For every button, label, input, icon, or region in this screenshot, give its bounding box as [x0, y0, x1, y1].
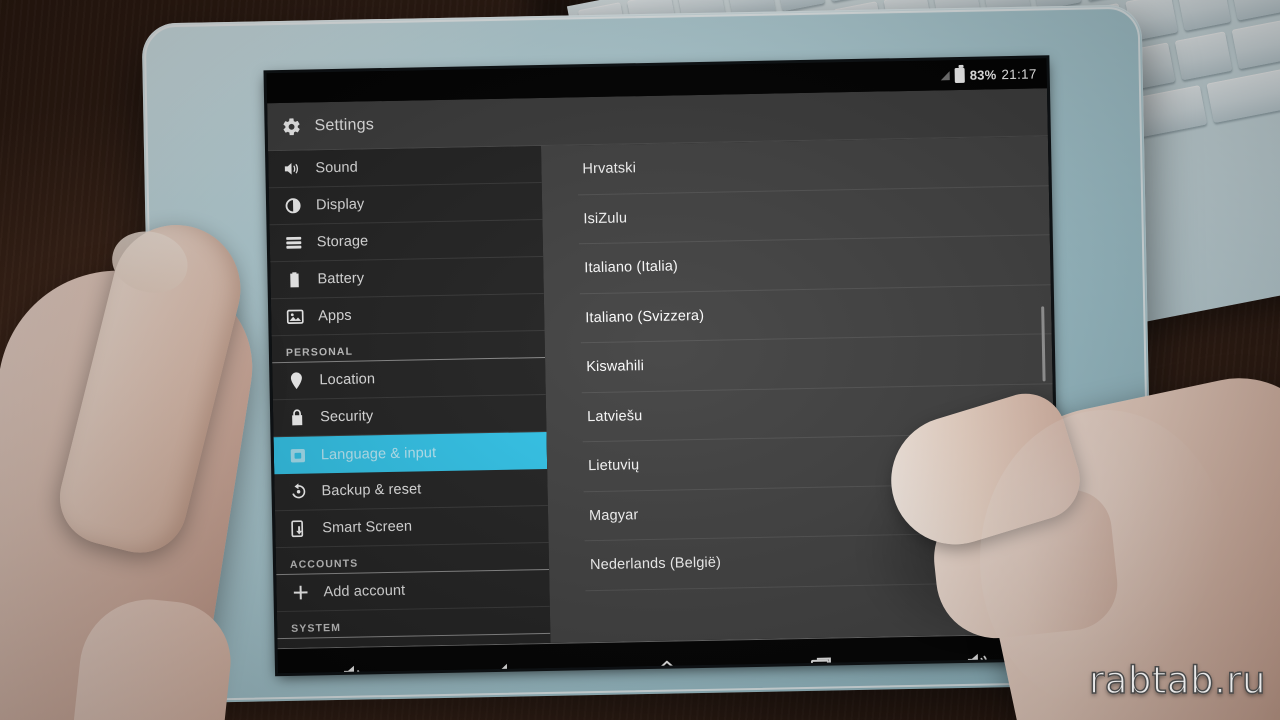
clock-label: 21:17 — [1001, 65, 1037, 82]
sidebar-item-language-input[interactable]: Language & input — [273, 431, 548, 475]
keyboard-key — [1230, 0, 1280, 21]
right-hand — [875, 300, 1280, 720]
plus-icon — [290, 583, 310, 603]
keyboard-key — [1080, 0, 1131, 1]
sidebar-item-label: Smart Screen — [322, 518, 413, 537]
sidebar-item-label: Apps — [318, 307, 352, 325]
language-list-item[interactable]: IsiZulu — [577, 185, 1050, 245]
sidebar-item-label: Security — [320, 408, 374, 426]
settings-sidebar[interactable]: Sound Display Storage Battery Apps PERSONAL Lo… — [268, 146, 551, 649]
battery-icon — [954, 67, 965, 83]
sidebar-section-header: SYSTEM — [276, 606, 551, 640]
sidebar-item-display[interactable]: Display — [268, 183, 543, 226]
sidebar-item-sound[interactable]: Sound — [268, 146, 542, 189]
watermark-label: rabtab.ru — [1088, 658, 1266, 702]
keyboard-key — [824, 0, 875, 2]
sidebar-item-location[interactable]: Location — [272, 357, 546, 401]
sidebar-item-label: Storage — [316, 233, 369, 251]
sidebar-item-backup-reset[interactable]: Backup & reset — [274, 468, 548, 512]
signal-triangle-icon — [940, 70, 950, 80]
sidebar-item-label: Display — [315, 196, 365, 214]
language-list-item[interactable]: Hrvatski — [576, 136, 1049, 195]
left-hand — [0, 100, 290, 720]
sidebar-item-label: Sound — [315, 159, 358, 177]
sidebar-item-apps[interactable]: Apps — [270, 293, 545, 337]
volume-down-button[interactable] — [320, 657, 391, 674]
photo-scene: 83% 21:17 Settings Sound Display Storage Ba… — [0, 0, 1280, 720]
battery-percent-label: 83% — [969, 66, 997, 83]
lock-icon — [287, 408, 307, 428]
sidebar-item-label: Language & input — [320, 444, 437, 463]
sidebar-item-label: Battery — [317, 270, 365, 288]
language-icon — [288, 445, 308, 465]
sidebar-item-security[interactable]: Security — [272, 394, 547, 438]
sidebar-item-storage[interactable]: Storage — [269, 220, 544, 263]
page-title: Settings — [314, 115, 375, 134]
language-list-item[interactable]: Italiano (Italia) — [578, 235, 1051, 294]
sidebar-item-add-account[interactable]: Add account — [276, 569, 550, 613]
smart-screen-icon — [289, 519, 309, 539]
keyboard-key — [775, 0, 826, 12]
keyboard-key — [1177, 0, 1232, 31]
keyboard-key — [1174, 31, 1233, 81]
sidebar-item-smart-screen[interactable]: Smart Screen — [274, 505, 549, 549]
backup-reset-icon — [288, 482, 308, 502]
keyboard-key — [1132, 85, 1208, 138]
sidebar-item-label: Add account — [323, 582, 406, 601]
sidebar-item-label: Location — [319, 371, 376, 389]
sidebar-item-battery[interactable]: Battery — [270, 256, 544, 300]
sidebar-item-label: Backup & reset — [321, 481, 422, 500]
